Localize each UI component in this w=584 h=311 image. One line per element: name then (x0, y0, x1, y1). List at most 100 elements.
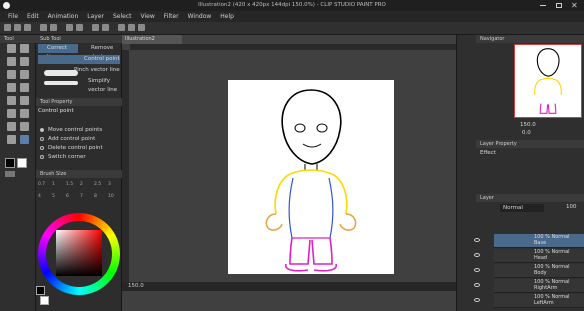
main-color-swatch[interactable] (5, 158, 15, 168)
zoom-readout[interactable]: 150.0 (128, 283, 144, 289)
delete-control-point-radio[interactable] (40, 146, 44, 150)
brush-size-item[interactable]: 10 (108, 194, 114, 199)
figure-tool-icon[interactable] (7, 109, 16, 118)
visibility-eye-icon[interactable] (474, 298, 480, 302)
delete-control-point-label: Delete control point (48, 145, 103, 151)
brush-size-item[interactable]: 1.5 (66, 182, 73, 187)
visibility-eye-icon[interactable] (474, 283, 480, 287)
invert-selection-icon[interactable] (102, 24, 109, 31)
snap-ruler-icon[interactable] (118, 24, 125, 31)
layer-name: Head (534, 255, 548, 261)
transparent-color-swatch[interactable] (5, 171, 15, 177)
eraser-tool-icon[interactable] (7, 83, 16, 92)
blend-tool-icon[interactable] (20, 83, 29, 92)
menu-edit[interactable]: Edit (27, 13, 39, 20)
brush-size-header: Brush Size (36, 170, 122, 178)
clear-icon[interactable] (66, 24, 73, 31)
menu-layer[interactable]: Layer (87, 13, 104, 20)
brush-size-item[interactable]: 1 (52, 182, 55, 187)
tool-panel-header: Tool (0, 35, 36, 43)
menu-filter[interactable]: Filter (164, 13, 179, 20)
close-button[interactable]: ✕ (571, 1, 580, 10)
sub-tool-header: Sub Tool (36, 35, 122, 43)
balloon-tool-icon[interactable] (20, 122, 29, 131)
undo-icon[interactable] (40, 24, 47, 31)
pencil-tool-icon[interactable] (20, 57, 29, 66)
zoom-tool-icon[interactable] (7, 44, 16, 53)
layer-row-body[interactable]: 100 % Normal Body (494, 264, 584, 278)
move-tool-icon[interactable] (20, 44, 29, 53)
brush-size-item[interactable]: 2.5 (94, 182, 101, 187)
layer-row-left-arm[interactable]: 100 % Normal LeftArm (494, 294, 584, 308)
deselect-icon[interactable] (92, 24, 99, 31)
visibility-eye-icon[interactable] (474, 238, 480, 242)
layer-name: Base (534, 240, 547, 246)
menu-view[interactable]: View (141, 13, 155, 20)
layer-row-base[interactable]: 100 % Normal Base (494, 234, 584, 248)
subtool-remove-dust[interactable]: Remove dust (82, 44, 122, 60)
redo-icon[interactable] (50, 24, 57, 31)
airbrush-tool-icon[interactable] (20, 70, 29, 79)
brush-size-item[interactable]: 4 (38, 194, 41, 199)
brush-size-item[interactable]: 8 (94, 194, 97, 199)
brush-size-item[interactable]: 3 (108, 182, 111, 187)
blend-mode-dropdown[interactable]: Normal (500, 204, 544, 212)
drawing-canvas[interactable] (228, 80, 394, 274)
pen-tool-icon[interactable] (7, 57, 16, 66)
layer-row-right-arm[interactable]: 100 % Normal RightArm (494, 279, 584, 293)
text-tool-icon[interactable] (7, 122, 16, 131)
open-file-icon[interactable] (14, 24, 21, 31)
subtool-correct-line[interactable]: Correct line (38, 44, 78, 60)
add-control-point-radio[interactable] (40, 137, 44, 141)
brush-size-grid: 0.7 1 1.5 2 2.5 3 4 5 6 7 8 10 (36, 180, 122, 208)
navigator-rotation-value[interactable]: 0.0 (522, 130, 531, 136)
layer-name: Body (534, 270, 547, 276)
status-bar: 150.0 (122, 282, 456, 291)
navigator-preview[interactable] (514, 44, 582, 118)
transform-icon[interactable] (76, 24, 83, 31)
snap-special-ruler-icon[interactable] (138, 24, 145, 31)
layer-panel-header: Layer (476, 194, 584, 202)
brush-size-item[interactable]: 0.7 (38, 182, 45, 187)
visibility-eye-icon[interactable] (474, 268, 480, 272)
snap-grid-icon[interactable] (128, 24, 135, 31)
switch-corner-radio[interactable] (40, 155, 44, 159)
document-tab[interactable]: Illustration2 (122, 35, 182, 44)
move-control-points-radio[interactable] (40, 128, 44, 132)
menu-select[interactable]: Select (113, 13, 132, 20)
frame-tool-icon[interactable] (20, 109, 29, 118)
brush-size-item[interactable]: 2 (80, 182, 83, 187)
menu-window[interactable]: Window (188, 13, 212, 20)
visibility-eye-icon[interactable] (474, 253, 480, 257)
layer-name: RightArm (534, 285, 558, 291)
sub-color-indicator[interactable] (40, 296, 49, 305)
brush-tool-icon[interactable] (7, 70, 16, 79)
minimize-button[interactable] (540, 5, 546, 6)
menu-help[interactable]: Help (220, 13, 234, 20)
character-drawing (265, 89, 357, 272)
menu-animation[interactable]: Animation (48, 13, 79, 20)
menu-file[interactable]: File (8, 13, 18, 20)
new-file-icon[interactable] (4, 24, 11, 31)
fill-tool-icon[interactable] (7, 96, 16, 105)
navigator-thumbnail (534, 48, 562, 114)
save-icon[interactable] (24, 24, 31, 31)
navigator-zoom-value[interactable]: 150.0 (520, 122, 536, 128)
brush-size-item[interactable]: 7 (80, 194, 83, 199)
layer-row-head[interactable]: 100 % Normal Head (494, 249, 584, 263)
saturation-value-box[interactable] (56, 230, 102, 276)
brush-size-item[interactable]: 6 (66, 194, 69, 199)
brush-size-item[interactable]: 5 (52, 194, 55, 199)
gradient-tool-icon[interactable] (20, 96, 29, 105)
layer-name: LeftArm (534, 300, 554, 306)
window-title: Illustration2 (420 x 420px 144dpi 150.0%… (198, 2, 386, 8)
subtool-control-point[interactable]: Control point (38, 55, 120, 64)
title-bar: Illustration2 (420 x 420px 144dpi 150.0%… (0, 0, 584, 11)
main-color-indicator[interactable] (36, 286, 45, 295)
switch-corner-label: Switch corner (48, 154, 86, 159)
sub-color-swatch[interactable] (17, 158, 27, 168)
correct-line-tool-icon[interactable] (20, 135, 29, 144)
opacity-value[interactable]: 100 (566, 204, 577, 210)
maximize-button[interactable] (556, 3, 562, 8)
operation-tool-icon[interactable] (7, 135, 16, 144)
